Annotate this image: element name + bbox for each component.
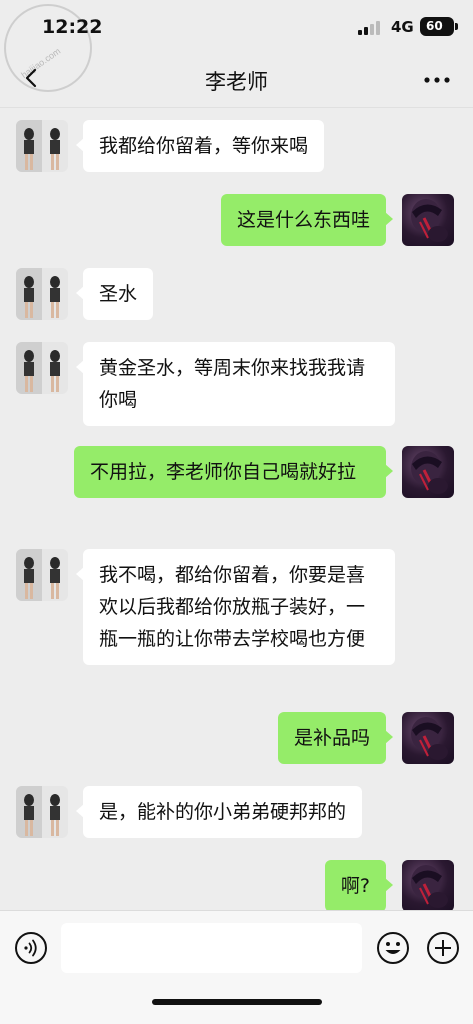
- chat-message-list[interactable]: 我都给你留着，等你来喝 这是什么东西哇 圣水 黄金圣水，等周末你来找我我请你喝 …: [0, 108, 473, 910]
- peer-avatar[interactable]: [16, 268, 68, 320]
- battery-cap: [455, 23, 458, 30]
- nav-bar: 李老师: [0, 52, 473, 108]
- message-bubble-peer[interactable]: 我不喝，都给你留着，你要是喜欢以后我都给你放瓶子装好，一瓶一瓶的让你带去学校喝也…: [76, 549, 395, 665]
- peer-avatar[interactable]: [16, 342, 68, 394]
- self-avatar[interactable]: [402, 446, 454, 498]
- self-avatar[interactable]: [402, 712, 454, 764]
- battery-level: 60: [426, 19, 443, 33]
- message-bubble-peer[interactable]: 黄金圣水，等周末你来找我我请你喝: [76, 342, 395, 426]
- peer-avatar[interactable]: [16, 549, 68, 601]
- status-bar: haijiao.com 12:22 4G 60: [0, 0, 473, 92]
- message-bubble-self[interactable]: 啊?: [324, 860, 394, 910]
- home-indicator[interactable]: [152, 999, 322, 1005]
- peer-avatar[interactable]: [16, 786, 68, 838]
- self-avatar[interactable]: [402, 860, 454, 910]
- message-bubble-peer[interactable]: 圣水: [75, 268, 154, 320]
- chat-title: 李老师: [205, 70, 268, 94]
- status-time: 12:22: [42, 16, 103, 38]
- message-bubble-self[interactable]: 不用拉，李老师你自己喝就好拉: [74, 446, 393, 498]
- message-bubble-self[interactable]: 是补品吗: [277, 712, 394, 764]
- signal-icon: [358, 21, 382, 35]
- message-bubble-peer[interactable]: 是，能补的你小弟弟硬邦邦的: [75, 786, 363, 838]
- more-dots-icon[interactable]: [420, 68, 454, 92]
- emoji-icon[interactable]: [376, 931, 410, 965]
- message-bubble-peer[interactable]: 我都给你留着，等你来喝: [75, 120, 325, 172]
- network-type: 4G: [391, 18, 414, 36]
- voice-icon[interactable]: [14, 931, 48, 965]
- peer-avatar[interactable]: [16, 120, 68, 172]
- battery-icon: 60: [420, 17, 454, 36]
- message-input[interactable]: [61, 923, 362, 973]
- input-bar: [0, 910, 473, 1024]
- self-avatar[interactable]: [402, 194, 454, 246]
- message-bubble-self[interactable]: 这是什么东西哇: [220, 194, 394, 246]
- plus-icon[interactable]: [426, 931, 460, 965]
